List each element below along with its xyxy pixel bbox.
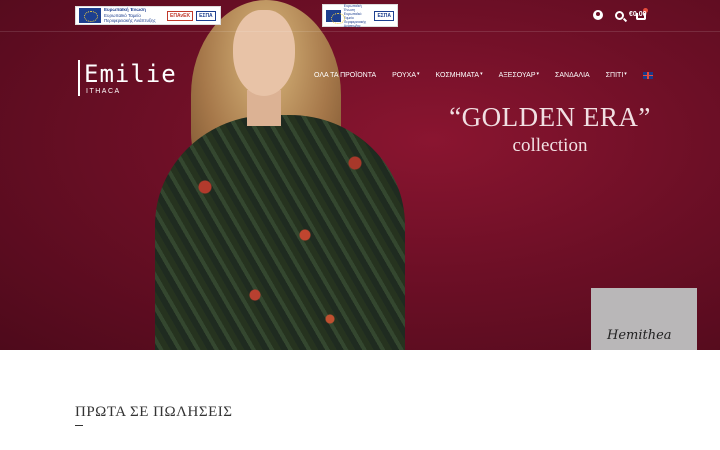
top-bar: Ευρωπαϊκή Ένωση Ευρωπαϊκό Ταμείο Περιφερ…	[0, 0, 720, 32]
section-title-underline	[75, 425, 83, 426]
chevron-down-icon: ▾	[624, 71, 627, 77]
nav-item-accessories[interactable]: ΑΞΕΣΟΥΑΡ▾	[499, 71, 540, 79]
eu-flag-icon	[326, 9, 345, 24]
nav-item-home[interactable]: ΣΠΙΤΙ▾	[606, 71, 627, 79]
nav-item-jewelry[interactable]: ΚΟΣΜΗΜΑΤΑ▾	[436, 71, 483, 79]
cart-total[interactable]: €0.00	[629, 11, 647, 18]
chevron-down-icon: ▾	[480, 71, 483, 77]
account-icon[interactable]	[593, 10, 603, 20]
section-title: ΠΡΩΤΑ ΣΕ ΠΩΛΗΣΕΙΣ	[75, 404, 233, 420]
logo-name: Emilie	[84, 60, 177, 88]
hero-model-image	[155, 0, 415, 350]
logo-subtitle: ITHACA	[86, 88, 121, 95]
nav-item-sandals[interactable]: ΣΑΝΔΑΛΙΑ	[555, 72, 590, 79]
eu-flag-icon	[79, 8, 101, 23]
nav-item-clothes[interactable]: ΡΟΥΧΑ▾	[392, 71, 420, 79]
eu-funding-banner-left[interactable]: Ευρωπαϊκή Ένωση Ευρωπαϊκό Ταμείο Περιφερ…	[75, 6, 221, 25]
hero-tagline: “GOLDEN ERA” collection	[449, 102, 651, 156]
promo-signature: Hemithea	[607, 328, 672, 343]
chevron-down-icon: ▾	[536, 71, 540, 77]
nav-item-all-products[interactable]: ΟΛΑ ΤΑ ΠΡΟΪΟΝΤΑ	[314, 72, 376, 79]
promo-card[interactable]: Hemithea	[591, 288, 697, 350]
search-icon[interactable]	[615, 10, 624, 20]
main-nav: ΟΛΑ ΤΑ ΠΡΟΪΟΝΤΑ ΡΟΥΧΑ▾ ΚΟΣΜΗΜΑΤΑ▾ ΑΞΕΣΟΥ…	[314, 71, 653, 79]
hero-banner[interactable]: Ευρωπαϊκή Ένωση Ευρωπαϊκό Ταμείο Περιφερ…	[0, 0, 720, 350]
eu-funding-banner-right[interactable]: Ευρωπαϊκή Ένωση Ευρωπαϊκό Ταμείο Περιφερ…	[322, 4, 398, 28]
uk-flag-icon[interactable]	[642, 72, 653, 79]
chevron-down-icon: ▾	[417, 71, 420, 77]
